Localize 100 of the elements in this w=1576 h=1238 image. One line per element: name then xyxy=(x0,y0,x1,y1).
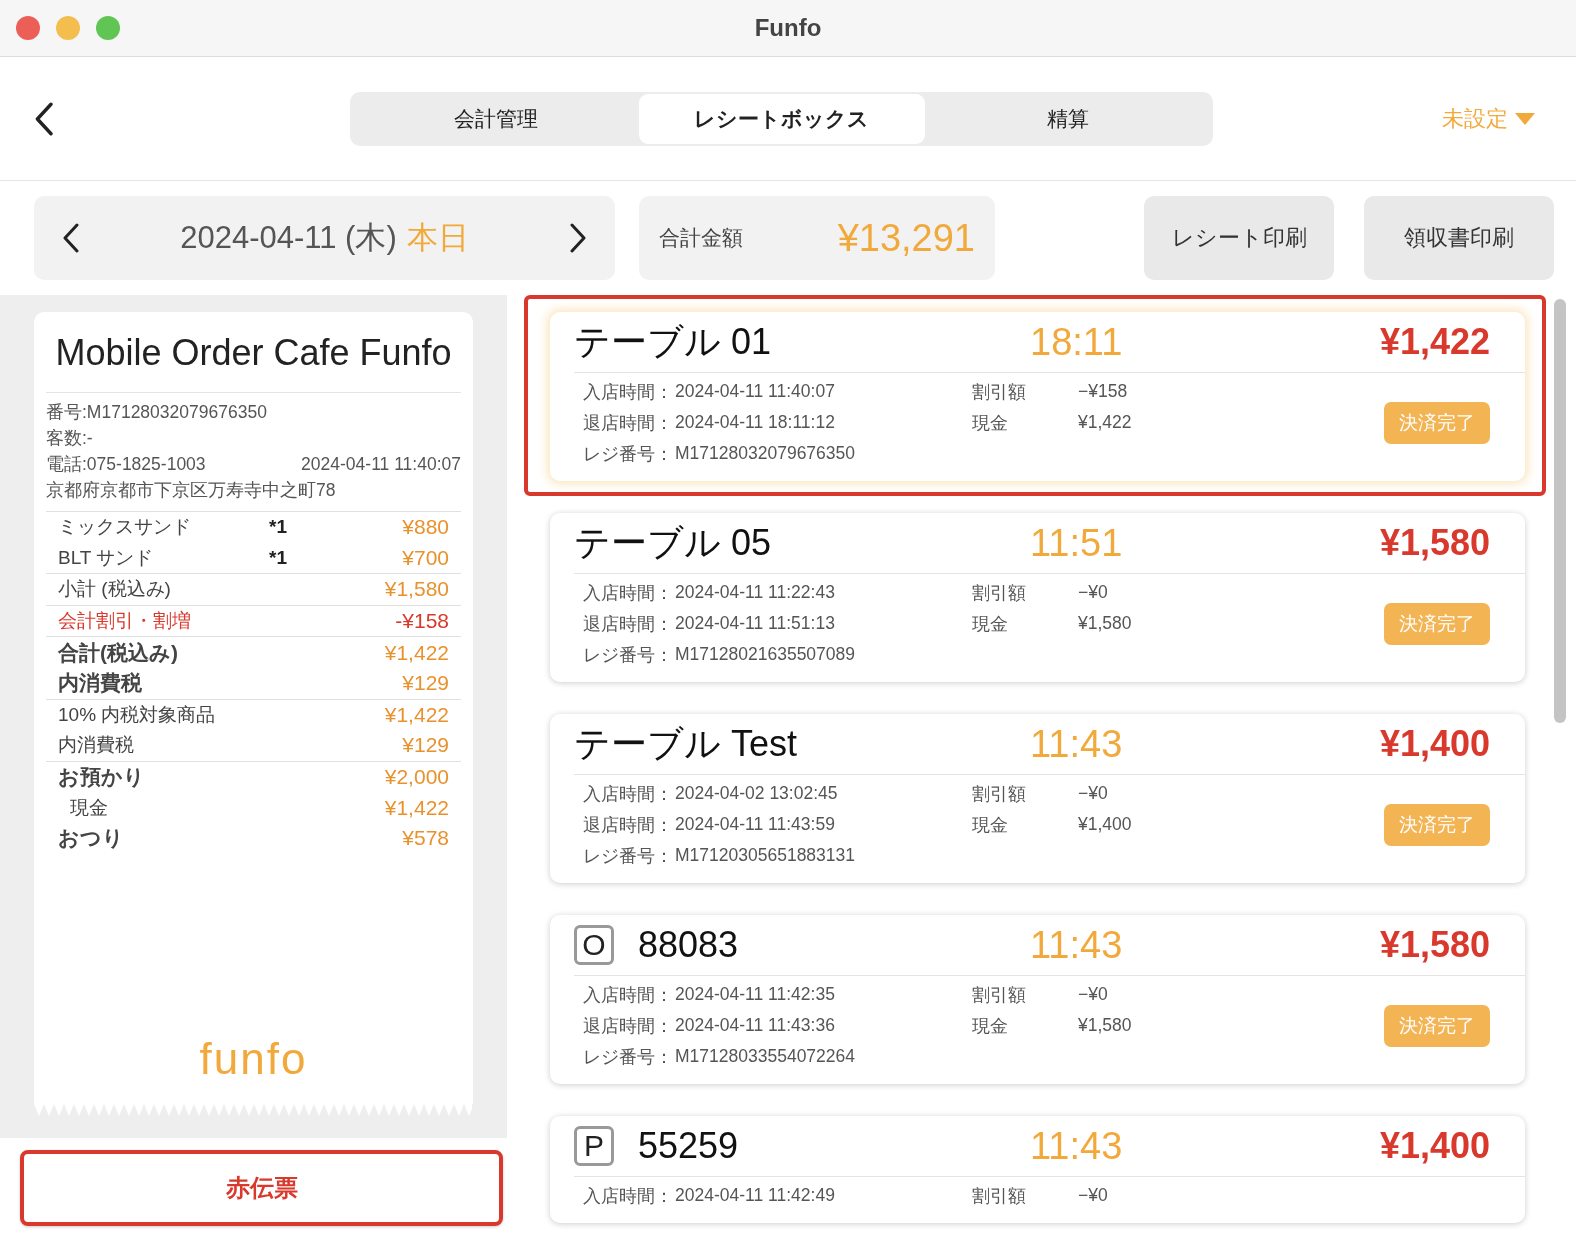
order-title: テーブル 01 xyxy=(574,319,772,364)
field-value: M17128033554072264 xyxy=(675,1046,857,1067)
print-button[interactable]: 領収書印刷 xyxy=(1364,196,1554,280)
field-value: −¥0 xyxy=(1078,783,1109,804)
order-amount: ¥1,580 xyxy=(1379,924,1490,966)
line-label: 内消費税 xyxy=(58,733,135,758)
minimize-button[interactable] xyxy=(56,16,80,40)
field-label: 現金 xyxy=(972,612,1009,636)
field-value: 2024-04-11 11:51:13 xyxy=(675,613,836,634)
receipt-number: 番号:M17128032079676350 xyxy=(46,401,268,424)
line-label: おつり xyxy=(58,825,125,852)
window-title: Funfo xyxy=(754,14,822,42)
field-value: ¥1,422 xyxy=(1078,412,1133,433)
date-text: 2024-04-11 (木) xyxy=(180,219,397,257)
close-button[interactable] xyxy=(16,16,40,40)
line-amount: ¥880 xyxy=(401,515,449,540)
line-amount: ¥2,000 xyxy=(383,765,449,790)
order-time: 11:43 xyxy=(1030,923,1124,967)
field-value: 2024-04-11 11:40:07 xyxy=(675,381,836,402)
field-label: 退店時間： xyxy=(583,1014,674,1038)
caret-icon xyxy=(1514,111,1536,126)
field-value: M17120305651883131 xyxy=(675,845,857,866)
tab[interactable]: レシートボックス xyxy=(638,93,926,144)
field-value: −¥0 xyxy=(1078,1185,1109,1206)
field-label: 現金 xyxy=(972,813,1009,837)
field-value: ¥1,580 xyxy=(1078,1015,1133,1036)
field-value: 2024-04-11 11:43:36 xyxy=(675,1015,836,1036)
status-badge: 決済完了 xyxy=(1384,602,1490,645)
line-amount: ¥700 xyxy=(401,545,449,570)
field-label: 割引額 xyxy=(972,581,1027,605)
field-label: 割引額 xyxy=(972,380,1027,404)
field-label: レジ番号： xyxy=(583,442,674,466)
field-label: 割引額 xyxy=(972,1184,1027,1208)
order-card[interactable]: P 55259 11:43 ¥1,400 入店時間：2024-04-11 11:42:49 割引額 −¥0 xyxy=(550,1116,1525,1223)
field-value: −¥158 xyxy=(1078,381,1129,402)
chevron-left-icon xyxy=(62,223,80,253)
field-label: 入店時間： xyxy=(583,380,674,404)
field-label: 割引額 xyxy=(972,983,1027,1007)
tab[interactable]: 会計管理 xyxy=(352,93,639,144)
line-label: 合計(税込み) xyxy=(58,639,179,666)
print-button[interactable]: レシート印刷 xyxy=(1144,196,1334,280)
field-label: 退店時間： xyxy=(583,411,674,435)
today-label: 本日 xyxy=(406,219,469,257)
order-time: 18:11 xyxy=(1030,320,1124,364)
field-label: 退店時間： xyxy=(583,612,674,636)
field-label: レジ番号： xyxy=(583,1045,674,1069)
line-label: 内消費税 xyxy=(58,670,143,697)
brand-logo: funfo xyxy=(198,1034,309,1085)
field-value: 2024-04-11 11:42:49 xyxy=(675,1185,836,1206)
line-quantity: *1 xyxy=(269,516,288,539)
order-title: 88083 xyxy=(638,924,739,966)
order-card[interactable]: テーブル 01 18:11 ¥1,422 入店時間：2024-04-11 11:40:07 割引額 −¥158 退店時間：2024-04-11 18:11:12 現金 ¥1,422 レジ番号：M17128032079676350 決済完了 xyxy=(550,312,1525,481)
line-label: 会計割引・割増 xyxy=(58,609,192,634)
field-label: 入店時間： xyxy=(583,581,674,605)
order-title: 55259 xyxy=(638,1125,739,1167)
line-label: 現金 xyxy=(69,795,109,820)
field-label: 入店時間： xyxy=(583,983,674,1007)
line-amount: ¥578 xyxy=(401,826,449,851)
order-time: 11:43 xyxy=(1030,1124,1124,1168)
total-label: 合計金額 xyxy=(659,225,743,251)
field-value: ¥1,400 xyxy=(1078,814,1133,835)
line-label: 10% 内税対象商品 xyxy=(58,702,217,727)
line-amount: ¥1,422 xyxy=(383,640,449,665)
field-value: 2024-04-11 11:22:43 xyxy=(675,582,836,603)
order-card[interactable]: テーブル 05 11:51 ¥1,580 入店時間：2024-04-11 11:22:43 割引額 −¥0 退店時間：2024-04-11 11:51:13 現金 ¥1,580 レジ番号：M17128021635507089 決済完了 xyxy=(550,513,1525,682)
line-label: お預かり xyxy=(58,764,146,791)
line-amount: ¥1,422 xyxy=(383,795,449,820)
order-title: テーブル Test xyxy=(574,721,798,766)
line-label: BLT サンド xyxy=(58,545,155,570)
line-label: 小計 (税込み) xyxy=(58,577,172,602)
field-value: 2024-04-02 13:02:45 xyxy=(675,783,839,804)
field-value: M17128032079676350 xyxy=(675,443,857,464)
line-amount: ¥129 xyxy=(401,733,449,758)
status-badge: 決済完了 xyxy=(1384,401,1490,444)
field-label: 割引額 xyxy=(972,782,1027,806)
field-label: レジ番号： xyxy=(583,844,674,868)
line-amount: ¥129 xyxy=(401,671,449,696)
order-type-badge: P xyxy=(574,1126,614,1166)
order-card[interactable]: O 88083 11:43 ¥1,580 入店時間：2024-04-11 11:42:35 割引額 −¥0 退店時間：2024-04-11 11:43:36 現金 ¥1,580 レジ番号：M17128033554072264 決済完了 xyxy=(550,915,1525,1084)
void-receipt-button[interactable]: 赤伝票 xyxy=(20,1150,503,1226)
tab[interactable]: 精算 xyxy=(925,93,1212,144)
chevron-right-icon xyxy=(569,223,587,253)
field-label: レジ番号： xyxy=(583,643,674,667)
field-value: 2024-04-11 11:42:35 xyxy=(675,984,836,1005)
field-label: 現金 xyxy=(972,411,1009,435)
field-value: 2024-04-11 11:43:59 xyxy=(675,814,836,835)
order-amount: ¥1,422 xyxy=(1379,321,1490,363)
field-label: 現金 xyxy=(972,1014,1009,1038)
store-name: Mobile Order Cafe Funfo xyxy=(46,332,461,393)
scrollbar[interactable] xyxy=(1554,299,1566,723)
field-label: 退店時間： xyxy=(583,813,674,837)
status-badge: 決済完了 xyxy=(1384,803,1490,846)
zoom-button[interactable] xyxy=(96,16,120,40)
order-time: 11:51 xyxy=(1030,521,1124,565)
order-card[interactable]: テーブル Test 11:43 ¥1,400 入店時間：2024-04-02 13:02:45 割引額 −¥0 退店時間：2024-04-11 11:43:59 現金 ¥1,400 レジ番号：M17120305651883131 決済完了 xyxy=(550,714,1525,883)
field-value: 2024-04-11 18:11:12 xyxy=(675,412,836,433)
line-quantity: *1 xyxy=(269,546,288,569)
field-value: M17128021635507089 xyxy=(675,644,857,665)
order-amount: ¥1,580 xyxy=(1379,522,1490,564)
order-amount: ¥1,400 xyxy=(1379,1125,1490,1167)
